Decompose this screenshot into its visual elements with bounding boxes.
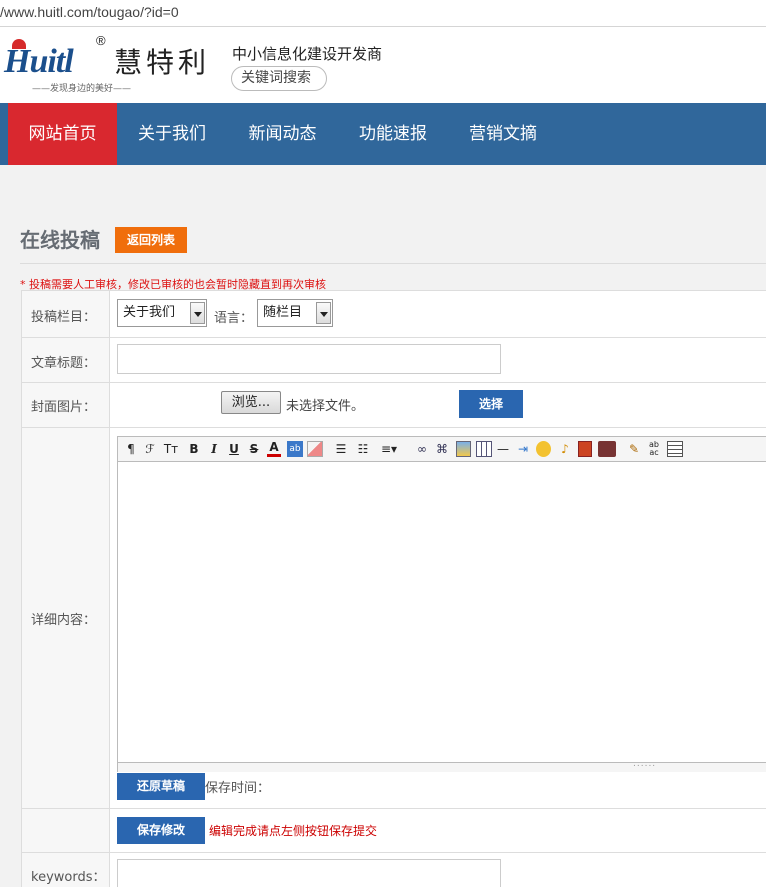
resize-grip: ...... [633,759,657,769]
nav-item-news[interactable]: 新闻动态 [227,103,338,165]
restore-draft-button[interactable]: 还原草稿 [117,773,205,800]
logo-tagline: ——发现身边的美好—— [32,84,132,94]
nav-item-features[interactable]: 功能速报 [338,103,448,165]
header-slogan: 中小信息化建设开发商 [232,45,383,63]
format-brush-icon[interactable]: ✎ [626,441,642,457]
site-header: Huitl ® 慧特利 ——发现身边的美好—— 中小信息化建设开发商 关键词搜索 [0,27,766,103]
browse-file-button[interactable]: 浏览... [221,391,281,414]
ordered-list-icon[interactable]: ≡▾ [378,441,400,457]
page-title: 在线投稿 [20,228,100,252]
video-icon[interactable] [598,441,616,457]
nav-item-home[interactable]: 网站首页 [8,103,117,165]
align-icon[interactable]: ☰ [332,441,350,457]
row-divider [22,427,766,428]
save-time-label: 保存时间： [205,781,271,796]
editor-toolbar: ¶ ℱ Tт B I U S A ab ☰ ☷ ≡▾ ∞ ⌘ — ⇥ ♪ ✎ a… [118,437,766,462]
underline-icon[interactable]: U [228,441,240,457]
unordered-list-icon[interactable]: ☷ [354,441,372,457]
keyword-search-button[interactable]: 关键词搜索 [231,66,327,91]
article-title-input[interactable] [117,344,501,374]
content-label: 详细内容： [31,613,97,628]
label-column [22,291,110,887]
no-file-selected-text: 未选择文件。 [286,399,365,414]
category-label: 投稿栏目： [31,310,97,325]
bold-icon[interactable]: B [188,441,200,457]
font-color-icon[interactable]: A [267,441,281,457]
spellcheck-icon[interactable]: ab ac [646,441,662,457]
back-to-list-button[interactable]: 返回列表 [115,227,187,253]
keywords-label: keywords： [31,870,106,885]
chevron-down-icon [190,302,205,324]
paragraph-icon[interactable]: ¶ [124,441,138,457]
music-icon[interactable]: ♪ [558,441,572,457]
horizontal-rule-icon[interactable]: — [496,441,510,457]
language-label: 语言： [214,311,254,326]
emoticon-icon[interactable] [536,441,551,457]
article-title-label: 文章标题： [31,356,97,371]
eraser-icon[interactable] [307,441,323,457]
page-break-icon[interactable] [667,441,683,457]
link-icon[interactable]: ∞ [414,441,430,457]
language-select-value: 随栏目 [263,305,303,320]
italic-icon[interactable]: I [208,441,220,457]
logo-chinese-name: 慧特利 [114,46,211,79]
editor-resize-handle[interactable]: ...... [118,759,766,772]
save-hint: 编辑完成请点左侧按钮保存提交 [209,824,378,838]
save-changes-button[interactable]: 保存修改 [117,817,205,844]
site-logo[interactable]: Huitl ® 慧特利 ——发现身边的美好—— [4,33,224,99]
nav-item-marketing[interactable]: 营销文摘 [448,103,558,165]
logo-registered-mark: ® [96,33,106,48]
row-divider [22,337,766,338]
row-divider [22,852,766,853]
language-select[interactable]: 随栏目 [257,299,333,327]
rich-text-editor[interactable]: ¶ ℱ Tт B I U S A ab ☰ ☷ ≡▾ ∞ ⌘ — ⇥ ♪ ✎ a… [117,436,766,772]
submission-form: 投稿栏目： 关于我们 语言： 随栏目 文章标题： 封面图片： 浏览... 未选择… [21,290,766,887]
choose-image-button[interactable]: 选择 [459,390,523,418]
indent-icon[interactable]: ⇥ [515,441,531,457]
keywords-input[interactable] [117,859,501,887]
category-select-value: 关于我们 [123,305,176,320]
chevron-down-icon [316,302,331,324]
nav-item-about[interactable]: 关于我们 [117,103,227,165]
title-divider [20,263,766,264]
logo-text: Huitl [4,43,74,80]
unlink-icon[interactable]: ⌘ [434,441,450,457]
image-icon[interactable] [456,441,471,457]
font-family-icon[interactable]: ℱ [142,441,158,457]
table-icon[interactable] [476,441,492,457]
highlight-icon[interactable]: ab [287,441,303,457]
flash-icon[interactable] [578,441,592,457]
cover-image-label: 封面图片： [31,400,97,415]
main-nav: 网站首页 关于我们 新闻动态 功能速报 营销文摘 [0,103,766,165]
category-select[interactable]: 关于我们 [117,299,207,327]
url-text: /www.huitl.com/tougao/?id=0 [0,4,179,20]
strikethrough-icon[interactable]: S [248,441,260,457]
row-divider [22,808,766,809]
font-size-icon[interactable]: Tт [162,441,180,457]
row-divider [22,382,766,383]
browser-url-bar[interactable]: /www.huitl.com/tougao/?id=0 [0,0,766,27]
